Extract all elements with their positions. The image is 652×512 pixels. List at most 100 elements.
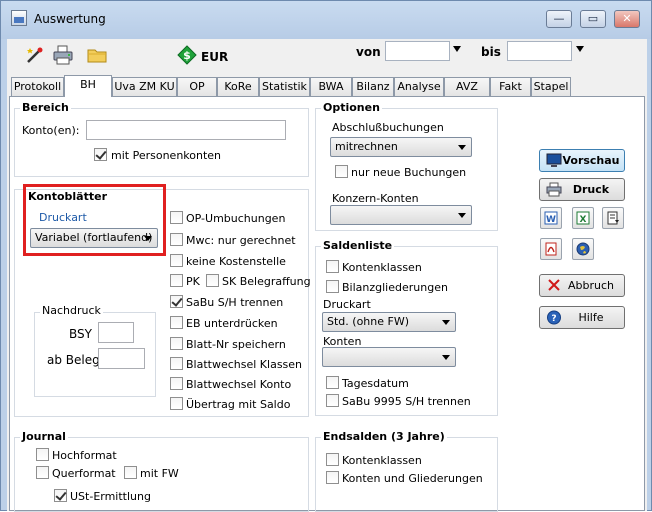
- bereich-group: [14, 108, 309, 177]
- tab-analyse[interactable]: Analyse: [394, 77, 444, 96]
- tagesdatum-checkbox[interactable]: [326, 376, 339, 389]
- blatt-nr-checkbox[interactable]: [170, 337, 183, 350]
- blattwechsel-klassen-label: Blattwechsel Klassen: [186, 358, 303, 371]
- sabu-sh-label: SaBu S/H trennen: [186, 296, 284, 309]
- svg-text:X: X: [580, 215, 587, 225]
- hochformat-checkbox[interactable]: [36, 448, 49, 461]
- web-export-button[interactable]: [572, 238, 594, 260]
- op-umbuchungen-label: OP-Umbuchungen: [186, 212, 286, 225]
- saldenliste-druckart-dropdown[interactable]: Std. (ohne FW): [322, 312, 456, 332]
- help-icon: ?: [547, 310, 561, 325]
- tab-statistik[interactable]: Statistik: [259, 77, 310, 96]
- mwc-checkbox[interactable]: [170, 233, 183, 246]
- mwc-label: Mwc: nur gerechnet: [186, 234, 296, 247]
- export-icon: [607, 211, 619, 225]
- abbruch-button[interactable]: Abbruch: [539, 274, 625, 297]
- money-icon[interactable]: $: [177, 45, 197, 65]
- nur-neue-buchungen-checkbox[interactable]: [335, 165, 348, 178]
- bh-tab-panel: Bereich Konto(en): mit Personenkonten Ko…: [9, 96, 645, 512]
- tab-kore[interactable]: KoRe: [217, 77, 259, 96]
- eb-unterdruecken-label: EB unterdrücken: [186, 317, 278, 330]
- hilfe-button[interactable]: ? Hilfe: [539, 306, 625, 329]
- auswertung-window: Auswertung — ▭ ✕ $ EUR von bis Protokoll…: [0, 0, 652, 512]
- saldenliste-druckart-label: Druckart: [323, 298, 371, 311]
- ust-ermittlung-label: USt-Ermittlung: [70, 490, 151, 503]
- excel-export-button[interactable]: X: [572, 207, 594, 229]
- sabu-sh-checkbox[interactable]: [170, 295, 183, 308]
- bsy-input[interactable]: [98, 322, 134, 343]
- sk-belegraffung-checkbox[interactable]: [206, 274, 219, 287]
- ust-ermittlung-checkbox[interactable]: [54, 489, 67, 502]
- mit-fw-checkbox[interactable]: [124, 466, 137, 479]
- tab-uva-zm-ku[interactable]: Uva ZM KU: [112, 77, 177, 96]
- minimize-button[interactable]: —: [546, 10, 572, 28]
- printer-setup-icon[interactable]: [53, 45, 73, 65]
- keine-kostenstelle-checkbox[interactable]: [170, 254, 183, 267]
- maximize-button[interactable]: ▭: [580, 10, 606, 28]
- personenkonten-checkbox[interactable]: [94, 148, 107, 161]
- pk-checkbox[interactable]: [170, 274, 183, 287]
- bilanzgliederungen-checkbox[interactable]: [326, 280, 339, 293]
- ab-beleg-input[interactable]: [98, 348, 145, 369]
- folder-icon[interactable]: [87, 45, 107, 65]
- app-window-icon: [11, 10, 27, 26]
- von-dropdown-icon[interactable]: [453, 46, 461, 52]
- konto-label: Konto(en):: [22, 124, 80, 137]
- printer-icon: [546, 182, 562, 197]
- mit-fw-label: mit FW: [140, 467, 179, 480]
- window-title: Auswertung: [34, 12, 106, 26]
- tab-fakt[interactable]: Fakt: [490, 77, 531, 96]
- tab-bilanz[interactable]: Bilanz: [352, 77, 394, 96]
- konto-input[interactable]: [86, 120, 286, 140]
- nur-neue-buchungen-label: nur neue Buchungen: [351, 166, 467, 179]
- druck-button[interactable]: Druck: [539, 178, 625, 201]
- von-date-field[interactable]: [385, 41, 450, 61]
- tab-bh[interactable]: BH: [64, 75, 112, 97]
- chevron-down-icon: [458, 145, 466, 150]
- svg-text:$: $: [183, 49, 191, 62]
- bis-date-field[interactable]: [507, 41, 572, 61]
- highlight-box: [23, 184, 166, 256]
- word-icon: W: [544, 211, 558, 225]
- abschluss-dropdown[interactable]: mitrechnen: [330, 137, 472, 157]
- konzern-konten-dropdown[interactable]: [330, 205, 472, 225]
- tab-protokoll[interactable]: Protokoll: [11, 77, 64, 96]
- konzern-konten-label: Konzern-Konten: [332, 192, 419, 205]
- ab-beleg-label: ab Beleg: [47, 353, 100, 367]
- op-umbuchungen-checkbox[interactable]: [170, 211, 183, 224]
- file-export-button[interactable]: [602, 207, 624, 229]
- hilfe-label: Hilfe: [578, 311, 604, 324]
- toolbar: $ EUR von bis: [7, 39, 647, 73]
- sabu9995-checkbox[interactable]: [326, 394, 339, 407]
- chevron-down-icon: [442, 355, 450, 360]
- journal-title: Journal: [20, 430, 68, 443]
- uebertrag-saldo-checkbox[interactable]: [170, 397, 183, 410]
- blattwechsel-konto-checkbox[interactable]: [170, 377, 183, 390]
- saldenliste-kontenklassen-checkbox[interactable]: [326, 260, 339, 273]
- title-bar[interactable]: Auswertung — ▭ ✕: [1, 1, 651, 39]
- konten-gliederungen-checkbox[interactable]: [326, 471, 339, 484]
- pdf-export-button[interactable]: [540, 238, 562, 260]
- wand-icon[interactable]: [25, 45, 45, 65]
- eb-unterdruecken-checkbox[interactable]: [170, 316, 183, 329]
- nachdruck-title: Nachdruck: [40, 304, 103, 317]
- tab-stapel[interactable]: Stapel: [531, 77, 571, 96]
- close-button[interactable]: ✕: [614, 10, 640, 28]
- vorschau-button[interactable]: Vorschau: [539, 149, 625, 172]
- tab-strip: Protokoll BH Uva ZM KU OP KoRe Statistik…: [11, 75, 643, 97]
- querformat-checkbox[interactable]: [36, 466, 49, 479]
- tab-bwa[interactable]: BWA: [310, 77, 352, 96]
- svg-text:?: ?: [551, 314, 556, 324]
- endsalden-kontenklassen-checkbox[interactable]: [326, 453, 339, 466]
- saldenliste-konten-dropdown[interactable]: [322, 347, 456, 367]
- tab-op[interactable]: OP: [177, 77, 217, 96]
- konten-gliederungen-label: Konten und Gliederungen: [342, 472, 483, 485]
- endsalden-title: Endsalden (3 Jahre): [321, 430, 447, 443]
- tab-avz[interactable]: AVZ: [444, 77, 490, 96]
- blattwechsel-klassen-checkbox[interactable]: [170, 357, 183, 370]
- bis-dropdown-icon[interactable]: [576, 46, 584, 52]
- bis-label: bis: [481, 45, 501, 59]
- word-export-button[interactable]: W: [540, 207, 562, 229]
- bsy-label: BSY: [69, 327, 92, 341]
- monitor-icon: [546, 153, 562, 167]
